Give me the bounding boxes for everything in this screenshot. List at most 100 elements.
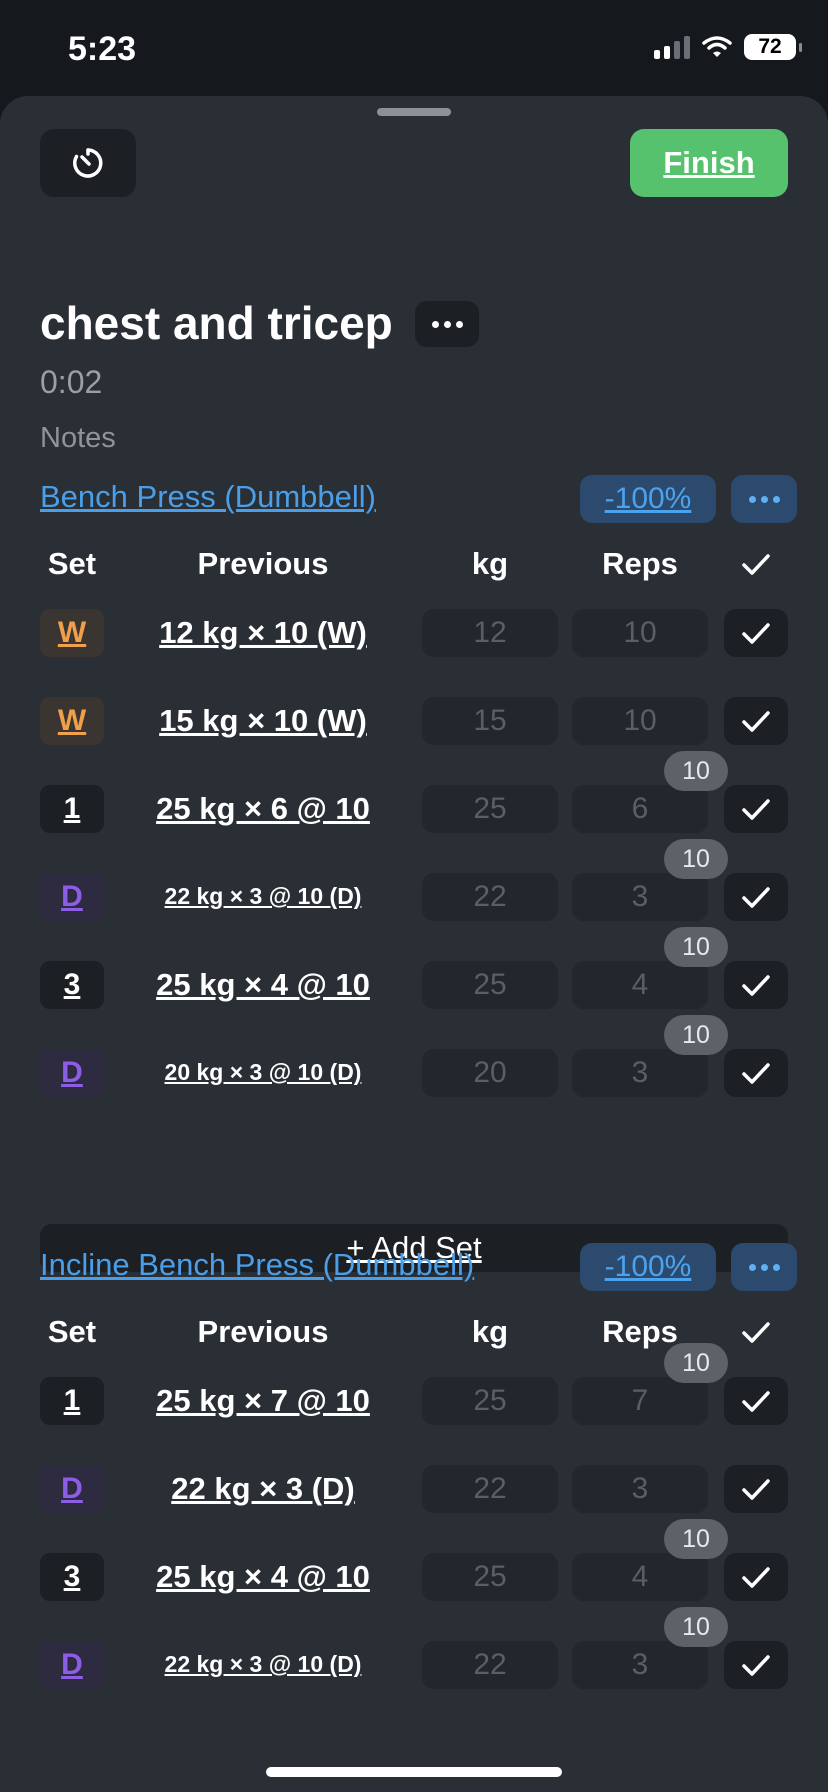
set-badge-normal[interactable]: 3 — [40, 961, 104, 1009]
reps-input[interactable]: 7 — [572, 1377, 708, 1425]
complete-set-button[interactable] — [724, 961, 788, 1009]
reps-input[interactable]: 3 — [572, 1465, 708, 1513]
complete-set-button[interactable] — [724, 1465, 788, 1513]
set-badge-warmup[interactable]: W — [40, 609, 104, 657]
exercise-menu-button[interactable] — [731, 1243, 797, 1291]
previous-value[interactable]: 25 kg × 4 @ 10 — [120, 1559, 406, 1595]
rpe-badge[interactable]: 10 — [664, 1343, 728, 1383]
kg-input[interactable]: 25 — [422, 1553, 558, 1601]
previous-value[interactable]: 12 kg × 10 (W) — [120, 615, 406, 651]
check-icon — [742, 1479, 770, 1500]
complete-set-button[interactable] — [724, 1553, 788, 1601]
kg-input[interactable]: 25 — [422, 785, 558, 833]
rpe-badge[interactable]: 10 — [664, 1519, 728, 1559]
home-indicator[interactable] — [266, 1767, 562, 1777]
column-set: Set — [47, 1314, 97, 1349]
set-badge-normal[interactable]: 1 — [40, 785, 104, 833]
previous-value[interactable]: 22 kg × 3 @ 10 (D) — [120, 883, 406, 910]
workout-menu-button[interactable] — [415, 301, 479, 347]
complete-set-button[interactable] — [724, 1049, 788, 1097]
check-icon — [742, 623, 770, 644]
column-reps: Reps — [602, 546, 678, 581]
exercise-menu-button[interactable] — [731, 475, 797, 523]
notes-field[interactable]: Notes — [40, 422, 116, 455]
workout-sheet: Finish chest and tricep 0:02 Notes Bench… — [0, 96, 828, 1792]
column-kg: kg — [471, 1314, 509, 1349]
workout-title[interactable]: chest and tricep — [40, 296, 393, 350]
complete-set-button[interactable] — [724, 697, 788, 745]
reps-input[interactable]: 10 — [572, 697, 708, 745]
check-icon — [742, 887, 770, 908]
exercise-name[interactable]: Incline Bench Press (Dumbbell) — [40, 1247, 474, 1283]
more-dots-icon — [748, 1263, 756, 1271]
kg-input[interactable]: 12 — [422, 609, 558, 657]
check-icon — [742, 799, 770, 820]
check-icon — [742, 975, 770, 996]
complete-set-button[interactable] — [724, 873, 788, 921]
previous-value[interactable]: 22 kg × 3 (D) — [120, 1471, 406, 1507]
column-set: Set — [47, 546, 97, 581]
reps-input[interactable]: 10 — [572, 609, 708, 657]
battery-icon: 72 — [744, 34, 802, 60]
reps-input[interactable]: 3 — [572, 1641, 708, 1689]
kg-input[interactable]: 22 — [422, 1465, 558, 1513]
percent-button[interactable]: -100% — [580, 1243, 716, 1291]
status-icons: 72 — [654, 34, 802, 60]
kg-input[interactable]: 20 — [422, 1049, 558, 1097]
check-icon — [742, 1567, 770, 1588]
column-check-icon — [742, 554, 770, 575]
set-badge-drop[interactable]: D — [40, 1641, 104, 1689]
previous-value[interactable]: 15 kg × 10 (W) — [120, 703, 406, 739]
rpe-badge[interactable]: 10 — [664, 1607, 728, 1647]
more-dots-icon — [748, 495, 756, 503]
rpe-badge[interactable]: 10 — [664, 751, 728, 791]
previous-value[interactable]: 20 kg × 3 @ 10 (D) — [120, 1059, 406, 1086]
percent-button[interactable]: -100% — [580, 475, 716, 523]
reps-input[interactable]: 4 — [572, 961, 708, 1009]
kg-input[interactable]: 25 — [422, 1377, 558, 1425]
set-badge-normal[interactable]: 1 — [40, 1377, 104, 1425]
column-previous: Previous — [197, 546, 329, 581]
reps-input[interactable]: 3 — [572, 1049, 708, 1097]
kg-input[interactable]: 22 — [422, 873, 558, 921]
previous-value[interactable]: 25 kg × 4 @ 10 — [120, 967, 406, 1003]
check-icon — [742, 711, 770, 732]
wifi-icon — [702, 36, 732, 57]
reps-input[interactable]: 4 — [572, 1553, 708, 1601]
set-badge-drop[interactable]: D — [40, 1049, 104, 1097]
column-check-icon — [742, 1322, 770, 1343]
kg-input[interactable]: 25 — [422, 961, 558, 1009]
complete-set-button[interactable] — [724, 609, 788, 657]
check-icon — [742, 1391, 770, 1412]
rpe-badge[interactable]: 10 — [664, 839, 728, 879]
set-badge-drop[interactable]: D — [40, 1465, 104, 1513]
reps-input[interactable]: 3 — [572, 873, 708, 921]
rpe-badge[interactable]: 10 — [664, 927, 728, 967]
rpe-badge[interactable]: 10 — [664, 1015, 728, 1055]
set-badge-normal[interactable]: 3 — [40, 1553, 104, 1601]
more-dots-icon — [431, 320, 439, 328]
previous-value[interactable]: 25 kg × 7 @ 10 — [120, 1383, 406, 1419]
sheet-grabber[interactable] — [377, 108, 451, 116]
kg-input[interactable]: 22 — [422, 1641, 558, 1689]
column-kg: kg — [471, 546, 509, 581]
kg-input[interactable]: 15 — [422, 697, 558, 745]
column-previous: Previous — [197, 1314, 329, 1349]
elapsed-time: 0:02 — [40, 364, 103, 400]
complete-set-button[interactable] — [724, 1377, 788, 1425]
complete-set-button[interactable] — [724, 785, 788, 833]
check-icon — [742, 1655, 770, 1676]
exercise-name[interactable]: Bench Press (Dumbbell) — [40, 479, 376, 515]
check-icon — [742, 1063, 770, 1084]
previous-value[interactable]: 25 kg × 6 @ 10 — [120, 791, 406, 827]
complete-set-button[interactable] — [724, 1641, 788, 1689]
set-badge-warmup[interactable]: W — [40, 697, 104, 745]
set-badge-drop[interactable]: D — [40, 873, 104, 921]
battery-level: 72 — [758, 35, 782, 58]
finish-button[interactable]: Finish — [630, 129, 788, 197]
rest-timer-button[interactable] — [40, 129, 136, 197]
reps-input[interactable]: 6 — [572, 785, 708, 833]
status-bar: 5:23 72 — [0, 0, 828, 96]
timer-icon — [73, 148, 103, 178]
previous-value[interactable]: 22 kg × 3 @ 10 (D) — [120, 1651, 406, 1678]
